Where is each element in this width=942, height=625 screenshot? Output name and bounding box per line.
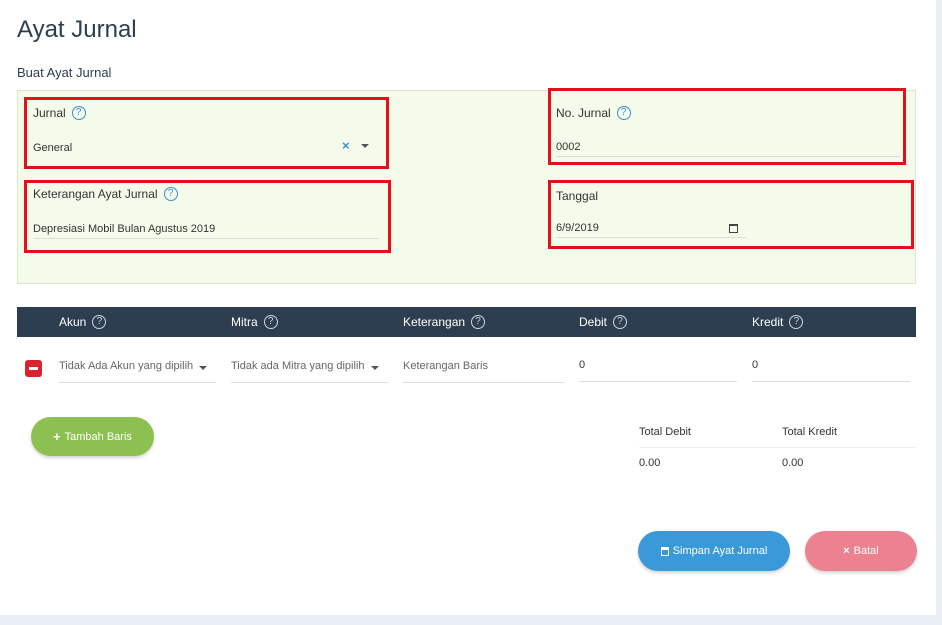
add-row-label: Tambah Baris xyxy=(64,430,132,443)
section-title: Buat Ayat Jurnal xyxy=(17,65,112,80)
add-row-button[interactable]: + Tambah Baris xyxy=(31,417,154,456)
kredit-underline xyxy=(752,381,910,382)
highlight-box-no-jurnal xyxy=(548,88,906,165)
header-keterangan: Keterangan ? xyxy=(403,307,486,337)
journal-page: Ayat Jurnal Buat Ayat Jurnal Jurnal ? Ge… xyxy=(0,0,936,615)
header-kredit: Kredit ? xyxy=(752,307,804,337)
cancel-button[interactable]: × Batal xyxy=(805,531,917,571)
help-icon[interactable]: ? xyxy=(263,315,278,329)
save-journal-label: Simpan Ayat Jurnal xyxy=(672,545,768,557)
help-icon[interactable]: ? xyxy=(471,315,486,329)
help-icon[interactable]: ? xyxy=(92,315,107,329)
lines-table-header: Akun ? Mitra ? Keterangan ? Debit ? Kred… xyxy=(17,307,916,337)
save-icon xyxy=(660,546,669,556)
close-icon: × xyxy=(843,545,850,557)
total-debit-label: Total Debit xyxy=(639,426,691,438)
debit-input[interactable]: 0 xyxy=(579,359,585,371)
header-kredit-text: Kredit xyxy=(752,315,784,329)
highlight-box-tanggal xyxy=(548,180,914,249)
header-debit: Debit ? xyxy=(579,307,628,337)
akun-underline xyxy=(59,382,216,383)
header-mitra-text: Mitra xyxy=(231,315,258,329)
row-keterangan-input[interactable]: Keterangan Baris xyxy=(403,360,488,372)
cancel-label: Batal xyxy=(853,545,879,557)
highlight-box-jurnal xyxy=(24,97,389,169)
chevron-down-icon[interactable] xyxy=(371,366,379,370)
chevron-down-icon[interactable] xyxy=(199,366,207,370)
header-keterangan-text: Keterangan xyxy=(403,315,466,329)
header-akun: Akun ? xyxy=(59,307,107,337)
total-kredit-value: 0.00 xyxy=(782,457,804,469)
row-keterangan-underline xyxy=(403,382,564,383)
remove-row-button[interactable] xyxy=(25,360,42,377)
mitra-underline xyxy=(231,382,388,383)
highlight-box-keterangan xyxy=(24,180,391,253)
debit-underline xyxy=(579,381,737,382)
total-kredit-label: Total Kredit xyxy=(782,426,838,438)
mitra-select[interactable]: Tidak ada Mitra yang dipilih xyxy=(231,360,365,372)
akun-select[interactable]: Tidak Ada Akun yang dipilih xyxy=(59,360,193,372)
totals-divider xyxy=(639,447,916,448)
save-journal-button[interactable]: Simpan Ayat Jurnal xyxy=(638,531,790,571)
header-mitra: Mitra ? xyxy=(231,307,278,337)
help-icon[interactable]: ? xyxy=(789,315,804,329)
page-title: Ayat Jurnal xyxy=(17,16,137,43)
plus-icon: + xyxy=(53,429,61,444)
kredit-input[interactable]: 0 xyxy=(752,359,758,371)
header-debit-text: Debit xyxy=(579,315,608,329)
total-debit-value: 0.00 xyxy=(639,457,661,469)
help-icon[interactable]: ? xyxy=(613,315,628,329)
header-akun-text: Akun xyxy=(59,315,87,329)
